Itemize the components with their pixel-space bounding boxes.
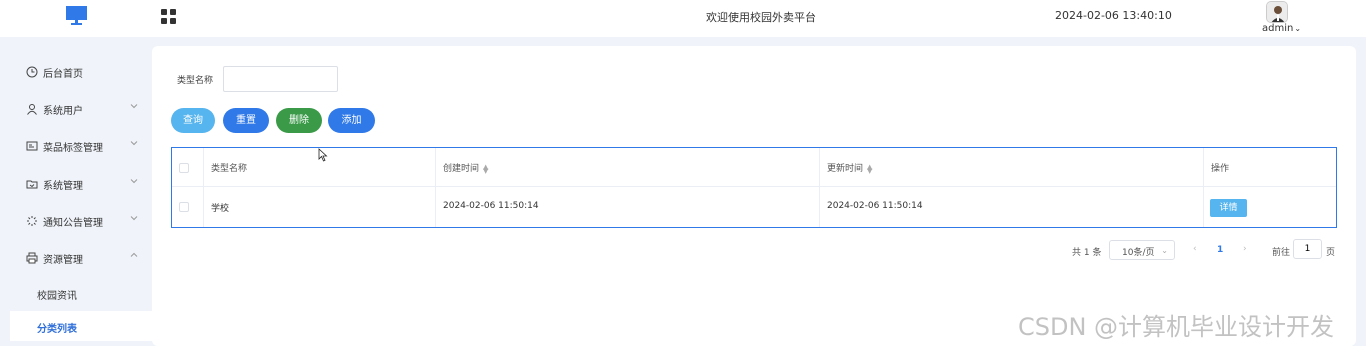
avatar[interactable] xyxy=(1266,1,1288,23)
page-size-select[interactable]: 10条/页 ⌄ xyxy=(1109,240,1175,260)
sidebar-item-users[interactable]: 系统用户 xyxy=(0,90,152,127)
cell-text: 学校 xyxy=(211,204,230,214)
cell-text: 2024-02-06 11:50:14 xyxy=(827,201,923,211)
column-header: 类型名称 xyxy=(211,164,248,174)
column-header: 创建时间 xyxy=(443,164,480,174)
add-button[interactable]: 添加 xyxy=(328,108,375,133)
sidebar-item-system[interactable]: 系统管理 xyxy=(0,165,152,202)
page-number-current[interactable]: 1 xyxy=(1217,245,1223,265)
username-label: admin xyxy=(1262,23,1294,34)
sidebar-subitem-label: 分类列表 xyxy=(37,324,77,335)
prev-page-button[interactable]: ‹ xyxy=(1193,244,1197,264)
cell-text: 2024-02-06 11:50:14 xyxy=(443,201,539,211)
user-menu[interactable]: admin⌄ xyxy=(1262,23,1301,34)
sidebar-item-label: 后台首页 xyxy=(43,69,83,80)
sort-icon[interactable]: ▲ ▼ xyxy=(867,163,872,174)
current-datetime: 2024-02-06 13:40:10 xyxy=(1055,9,1172,22)
next-page-button[interactable]: › xyxy=(1243,244,1247,264)
avatar-image-icon xyxy=(1267,2,1287,22)
welcome-text: 欢迎使用校园外卖平台 xyxy=(706,11,816,24)
tag-icon xyxy=(26,141,38,151)
chevron-down-icon xyxy=(130,179,138,184)
sidebar-item-notices[interactable]: 通知公告管理 xyxy=(0,202,152,239)
sidebar-item-label: 资源管理 xyxy=(43,255,83,266)
sidebar: 后台首页 系统用户 菜品标签管理 系统管理 通知公告管理 资源管理 校园资讯 分… xyxy=(0,37,152,346)
watermark-text: CSDN @计算机毕业设计开发 xyxy=(1018,313,1335,341)
header-cell-created-wrap: 创建时间 ▲ ▼ xyxy=(443,161,488,174)
loading-icon xyxy=(27,216,37,226)
goto-label: 前往 xyxy=(1272,248,1291,258)
mouse-cursor-icon xyxy=(318,148,328,162)
chevron-down-icon xyxy=(130,141,138,146)
sidebar-item-label: 通知公告管理 xyxy=(43,218,103,229)
sort-icon[interactable]: ▲ ▼ xyxy=(483,163,488,174)
data-table: 类型名称 创建时间 ▲ ▼ 更新时间 ▲ ▼ 操作 学校 2024-02-06 11:5… xyxy=(171,147,1337,228)
query-button[interactable]: 查询 xyxy=(171,108,215,133)
sidebar-item-resources[interactable]: 资源管理 xyxy=(0,239,152,276)
header-cell-actions: 操作 xyxy=(1204,148,1336,186)
sidebar-item-home[interactable]: 后台首页 xyxy=(0,53,152,90)
header-check-cell xyxy=(172,148,204,186)
row-checkbox[interactable] xyxy=(179,202,189,212)
clock-icon xyxy=(26,66,38,78)
search-label: 类型名称 xyxy=(177,76,214,86)
type-name-input[interactable] xyxy=(223,66,338,92)
top-bar: 欢迎使用校园外卖平台 2024-02-06 13:40:10 admin⌄ xyxy=(0,0,1366,37)
cell-name: 学校 xyxy=(204,187,436,227)
header-cell-updated[interactable]: 更新时间 ▲ ▼ xyxy=(820,148,1204,186)
grid-icon[interactable] xyxy=(161,9,176,24)
header-cell-updated-wrap: 更新时间 ▲ ▼ xyxy=(827,161,872,174)
folder-icon xyxy=(26,180,38,189)
chevron-down-icon: ⌄ xyxy=(1161,246,1168,255)
column-header: 更新时间 xyxy=(827,164,864,174)
user-icon xyxy=(27,104,37,115)
printer-icon xyxy=(26,252,38,264)
detail-button[interactable]: 详情 xyxy=(1210,199,1247,217)
cell-actions: 详情 xyxy=(1204,187,1336,227)
sidebar-item-label: 系统管理 xyxy=(43,181,83,192)
delete-button[interactable]: 删除 xyxy=(276,108,322,133)
sidebar-subitem-news[interactable]: 校园资讯 xyxy=(0,278,152,308)
page-suffix-label: 页 xyxy=(1326,248,1336,258)
cell-created: 2024-02-06 11:50:14 xyxy=(436,187,820,227)
sidebar-item-label: 系统用户 xyxy=(43,106,83,117)
pagination-total: 共 1 条 xyxy=(1072,248,1102,258)
sidebar-item-dish-tags[interactable]: 菜品标签管理 xyxy=(0,127,152,164)
reset-button[interactable]: 重置 xyxy=(223,108,269,133)
row-check-cell xyxy=(172,187,204,227)
table-header: 类型名称 创建时间 ▲ ▼ 更新时间 ▲ ▼ 操作 xyxy=(172,148,1336,187)
sidebar-subitem-label: 校园资讯 xyxy=(37,291,77,302)
page-size-value: 10条/页 xyxy=(1122,248,1155,258)
chevron-down-icon xyxy=(130,104,138,109)
goto-page-input[interactable] xyxy=(1293,239,1322,259)
monitor-icon[interactable] xyxy=(66,6,87,26)
chevron-down-icon xyxy=(130,216,138,221)
header-cell-created[interactable]: 创建时间 ▲ ▼ xyxy=(436,148,820,186)
table-row: 学校 2024-02-06 11:50:14 2024-02-06 11:50:… xyxy=(172,187,1336,227)
chevron-down-icon: ⌄ xyxy=(1294,24,1302,33)
column-header: 操作 xyxy=(1211,164,1230,174)
sidebar-item-label: 菜品标签管理 xyxy=(43,143,103,154)
chevron-up-icon xyxy=(130,252,138,257)
sidebar-subitem-category-list[interactable]: 分类列表 xyxy=(10,311,152,341)
select-all-checkbox[interactable] xyxy=(179,163,189,173)
cell-updated: 2024-02-06 11:50:14 xyxy=(820,187,1204,227)
